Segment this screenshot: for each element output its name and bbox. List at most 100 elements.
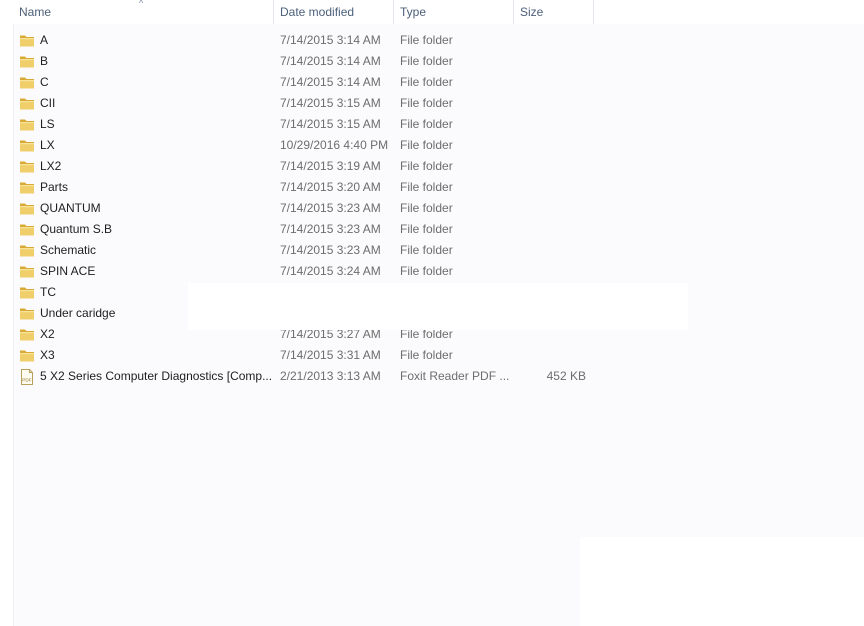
folder-icon — [19, 306, 35, 321]
item-type: File folder — [400, 243, 453, 257]
item-name: X2 — [40, 327, 55, 341]
item-size — [514, 72, 586, 93]
file-list-item[interactable]: X3 7/14/2015 3:31 AM File folder — [0, 345, 600, 366]
item-size — [514, 177, 586, 198]
item-date-modified: 7/14/2015 3:23 AM — [280, 222, 381, 236]
item-size — [514, 135, 586, 156]
file-explorer-window: Name ^ Date modified Type Size A 7/14/201… — [0, 0, 864, 626]
item-size — [514, 30, 586, 51]
folder-icon — [19, 285, 35, 300]
folder-icon — [19, 96, 35, 111]
folder-icon — [19, 33, 35, 48]
column-header-type[interactable]: Type — [394, 0, 514, 24]
folder-icon — [19, 54, 35, 69]
item-name: Parts — [40, 180, 69, 194]
item-size — [514, 198, 586, 219]
folder-icon — [19, 348, 35, 363]
item-type: File folder — [400, 264, 453, 278]
file-list-item[interactable]: Schematic 7/14/2015 3:23 AM File folder — [0, 240, 600, 261]
item-size — [514, 114, 586, 135]
column-header-name[interactable]: Name — [13, 0, 274, 24]
file-list-item[interactable]: LX2 7/14/2015 3:19 AM File folder — [0, 156, 600, 177]
folder-icon — [19, 243, 35, 258]
file-list-item[interactable]: A 7/14/2015 3:14 AM File folder — [0, 30, 600, 51]
chevron-up-icon: ^ — [139, 0, 144, 8]
item-name: LX — [40, 138, 55, 152]
file-list-item[interactable]: LS 7/14/2015 3:15 AM File folder — [0, 114, 600, 135]
item-name: C — [40, 75, 49, 89]
item-type: File folder — [400, 348, 453, 362]
blank-panel — [580, 537, 864, 626]
folder-icon — [19, 264, 35, 279]
item-size — [514, 156, 586, 177]
item-type: File folder — [400, 138, 453, 152]
item-name: A — [40, 33, 49, 47]
item-type: File folder — [400, 117, 453, 131]
item-name: CII — [40, 96, 56, 110]
column-header-size[interactable]: Size — [514, 0, 594, 24]
item-name: SPIN ACE — [40, 264, 96, 278]
folder-icon — [19, 117, 35, 132]
item-type: File folder — [400, 33, 453, 47]
item-date-modified: 7/14/2015 3:23 AM — [280, 201, 381, 215]
item-name: QUANTUM — [40, 201, 101, 215]
folder-icon — [19, 75, 35, 90]
item-size — [514, 240, 586, 261]
column-header-date-modified[interactable]: Date modified — [274, 0, 394, 24]
file-list-item[interactable]: PDF 5 X2 Series Computer Diagnostics [Com… — [0, 366, 600, 387]
folder-icon — [19, 159, 35, 174]
pdf-file-icon: PDF — [19, 369, 35, 385]
item-type: File folder — [400, 54, 453, 68]
folder-icon — [19, 138, 35, 153]
file-list-item[interactable]: SPIN ACE 7/14/2015 3:24 AM File folder — [0, 261, 600, 282]
file-list-item[interactable]: B 7/14/2015 3:14 AM File folder — [0, 51, 600, 72]
item-date-modified: 7/14/2015 3:15 AM — [280, 96, 381, 110]
item-date-modified: 10/29/2016 4:40 PM — [280, 138, 389, 152]
item-size — [514, 93, 586, 114]
item-name: LX2 — [40, 159, 62, 173]
item-name: Quantum S.B — [40, 222, 113, 236]
item-type: Foxit Reader PDF ... — [400, 369, 510, 383]
item-date-modified: 7/14/2015 3:20 AM — [280, 180, 381, 194]
item-date-modified: 7/14/2015 3:23 AM — [280, 243, 381, 257]
item-date-modified: 7/14/2015 3:19 AM — [280, 159, 381, 173]
blank-overlay — [188, 283, 688, 330]
item-date-modified: 2/21/2013 3:13 AM — [280, 369, 381, 383]
file-list-item[interactable]: QUANTUM 7/14/2015 3:23 AM File folder — [0, 198, 600, 219]
item-name: Under caridge — [40, 306, 116, 320]
item-name: Schematic — [40, 243, 97, 257]
item-type: File folder — [400, 222, 453, 236]
column-header-bar: Name ^ Date modified Type Size — [0, 0, 864, 24]
folder-icon — [19, 180, 35, 195]
item-date-modified: 7/14/2015 3:15 AM — [280, 117, 381, 131]
svg-text:PDF: PDF — [22, 378, 31, 383]
item-type: File folder — [400, 159, 453, 173]
item-size: 452 KB — [546, 369, 586, 383]
item-name: TC — [40, 285, 56, 299]
item-name: LS — [40, 117, 55, 131]
item-type: File folder — [400, 180, 453, 194]
item-date-modified: 7/14/2015 3:24 AM — [280, 264, 381, 278]
item-name: X3 — [40, 348, 55, 362]
folder-icon — [19, 327, 35, 342]
item-type: File folder — [400, 75, 453, 89]
item-date-modified: 7/14/2015 3:14 AM — [280, 54, 381, 68]
item-name: B — [40, 54, 49, 68]
item-name: 5 X2 Series Computer Diagnostics [Comp..… — [40, 369, 273, 383]
folder-icon — [19, 222, 35, 237]
file-list-item[interactable]: Parts 7/14/2015 3:20 AM File folder — [0, 177, 600, 198]
folder-icon — [19, 201, 35, 216]
item-date-modified: 7/14/2015 3:14 AM — [280, 75, 381, 89]
file-list: A 7/14/2015 3:14 AM File folder B 7/14/2015 … — [0, 30, 864, 387]
item-type: File folder — [400, 96, 453, 110]
file-list-item[interactable]: Quantum S.B 7/14/2015 3:23 AM File folder — [0, 219, 600, 240]
file-list-item[interactable]: LX 10/29/2016 4:40 PM File folder — [0, 135, 600, 156]
item-size — [514, 261, 586, 282]
item-size — [514, 345, 586, 366]
file-list-item[interactable]: CII 7/14/2015 3:15 AM File folder — [0, 93, 600, 114]
item-date-modified: 7/14/2015 3:31 AM — [280, 348, 381, 362]
item-size — [514, 51, 586, 72]
file-list-item[interactable]: C 7/14/2015 3:14 AM File folder — [0, 72, 600, 93]
item-date-modified: 7/14/2015 3:14 AM — [280, 33, 381, 47]
item-type: File folder — [400, 201, 453, 215]
